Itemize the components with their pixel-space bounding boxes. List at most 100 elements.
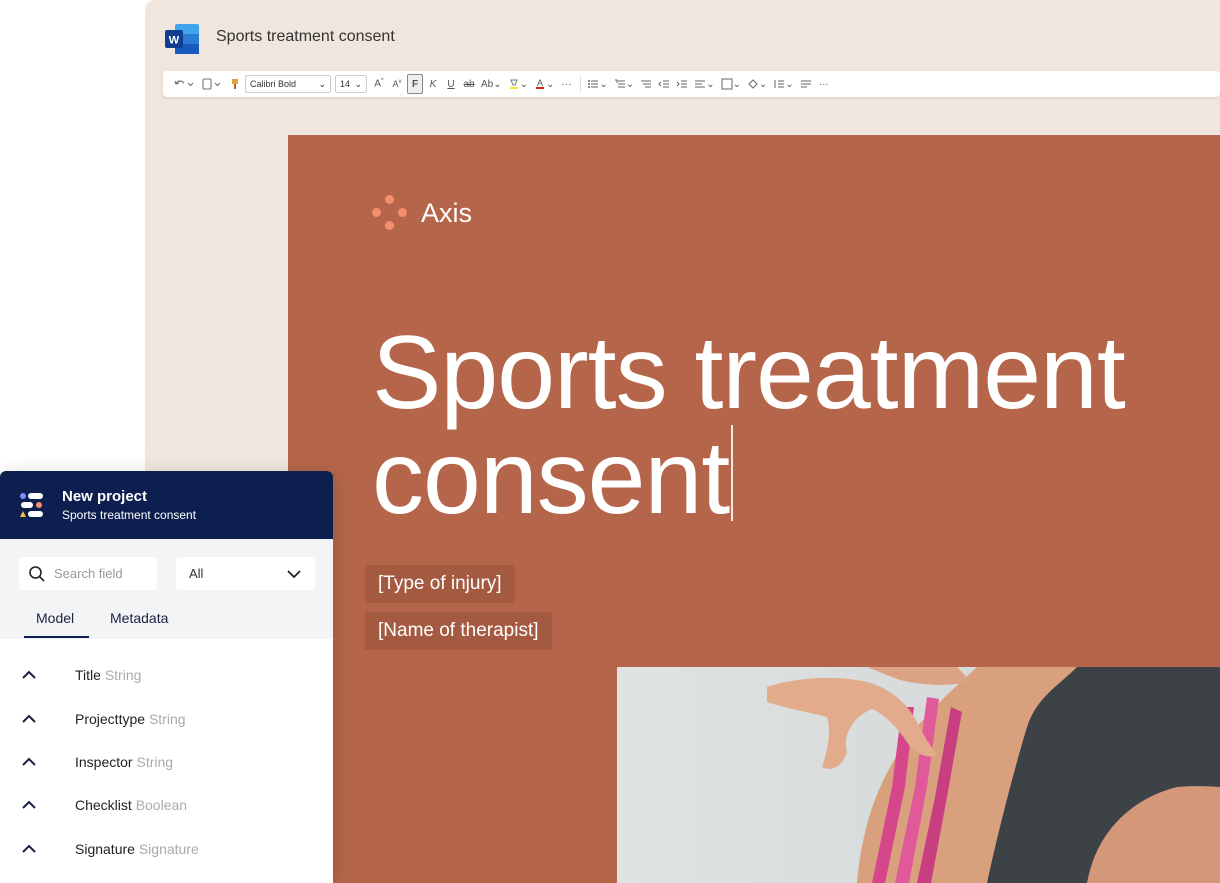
change-case-label: Ab xyxy=(481,78,494,90)
chevron-up-icon[interactable] xyxy=(21,669,37,681)
grow-font-icon: A^ xyxy=(374,78,384,90)
chevron-down-icon: ⌄ xyxy=(318,78,326,89)
decrease-indent-button[interactable] xyxy=(656,74,672,94)
heading-line-2: consent xyxy=(372,420,730,536)
italic-button[interactable]: K xyxy=(425,74,441,94)
italic-label: K xyxy=(429,78,437,90)
active-tab-indicator xyxy=(24,636,89,638)
filter-value: All xyxy=(189,566,204,581)
field-type: String xyxy=(136,754,174,770)
project-info: New project Sports treatment consent xyxy=(62,488,196,522)
highlight-button[interactable]: ⌄ xyxy=(506,74,530,94)
text-cursor xyxy=(731,425,734,521)
paint-bucket-icon xyxy=(748,79,758,89)
template-fields-panel: New project Sports treatment consent Sea… xyxy=(0,471,333,883)
chevron-up-icon[interactable] xyxy=(21,799,37,811)
field-type: Boolean xyxy=(135,797,188,813)
field-type: Signature xyxy=(138,841,199,857)
undo-icon xyxy=(174,80,194,87)
styles-button[interactable] xyxy=(798,74,814,94)
axis-logo-icon xyxy=(372,195,408,231)
placeholder-therapist-name[interactable]: [Name of therapist] xyxy=(365,612,552,650)
field-row-projecttype[interactable]: Projecttype String xyxy=(0,699,333,739)
more-label: ··· xyxy=(561,78,572,90)
strikethrough-label: ab xyxy=(463,78,475,90)
font-size-value: 14 xyxy=(340,79,351,89)
search-field-input[interactable]: Search field xyxy=(19,557,157,590)
clipboard-icon xyxy=(202,78,221,90)
tab-metadata[interactable]: Metadata xyxy=(110,610,168,626)
field-type: String xyxy=(104,667,142,683)
chevron-up-icon[interactable] xyxy=(21,843,37,855)
line-spacing-icon xyxy=(774,80,785,88)
font-color-icon: A xyxy=(536,78,545,89)
therapy-photo xyxy=(617,667,1220,883)
bold-button[interactable]: F xyxy=(407,74,423,94)
type-filter-select[interactable]: All xyxy=(176,557,315,590)
placeholder-type-of-injury[interactable]: [Type of injury] xyxy=(365,565,515,603)
brand-logo: Axis xyxy=(372,195,472,231)
field-name: Projecttype xyxy=(75,711,146,727)
format-painter-button[interactable] xyxy=(227,74,243,94)
numbering-button[interactable]: ⌄ xyxy=(612,74,636,94)
font-size-select[interactable]: 14 ⌄ xyxy=(335,75,367,93)
search-placeholder: Search field xyxy=(54,566,123,581)
field-row-checklist[interactable]: Checklist Boolean xyxy=(0,785,333,825)
panel-header: New project Sports treatment consent xyxy=(0,471,333,539)
more-label: ··· xyxy=(818,78,829,90)
document-title: Sports treatment consent xyxy=(216,28,395,45)
chevron-down-icon: ⌄ xyxy=(354,78,362,89)
bullet-list-icon xyxy=(588,80,599,88)
indent-icon xyxy=(676,80,688,88)
align-left-icon xyxy=(695,80,706,88)
chevron-up-icon[interactable] xyxy=(21,713,37,725)
shrink-font-button[interactable]: Av xyxy=(389,74,405,94)
project-subtitle: Sports treatment consent xyxy=(62,508,197,522)
field-row-signature[interactable]: Signature Signature xyxy=(0,829,333,869)
borders-icon xyxy=(721,78,733,90)
brand-name: Axis xyxy=(421,197,473,228)
chevron-up-icon[interactable] xyxy=(21,756,37,768)
svg-text:W: W xyxy=(169,35,180,47)
field-name: Title xyxy=(75,667,101,683)
shrink-font-icon: Av xyxy=(392,79,402,89)
svg-text:A: A xyxy=(537,78,543,88)
styles-icon xyxy=(800,80,811,88)
font-color-button[interactable]: A ⌄ xyxy=(532,74,556,94)
chevron-down-icon xyxy=(287,569,301,578)
outdent-icon xyxy=(658,80,670,88)
borders-button[interactable]: ⌄ xyxy=(719,74,743,94)
paste-button[interactable] xyxy=(199,74,225,94)
line-spacing-button[interactable]: ⌄ xyxy=(771,74,795,94)
bullets-button[interactable]: ⌄ xyxy=(585,74,609,94)
multilevel-list-button[interactable] xyxy=(638,74,654,94)
shading-button[interactable]: ⌄ xyxy=(745,74,769,94)
heading-line-1: Sports treatment xyxy=(372,315,1126,431)
tab-model[interactable]: Model xyxy=(36,610,74,626)
project-icon xyxy=(20,493,43,517)
underline-button[interactable]: U xyxy=(443,74,459,94)
field-row-inspector[interactable]: Inspector String xyxy=(0,742,333,782)
kinesio-tape-image xyxy=(617,667,1220,883)
field-name: Checklist xyxy=(75,797,132,813)
more-paragraph-options-button[interactable]: ··· xyxy=(816,74,832,94)
more-font-options-button[interactable]: ··· xyxy=(558,74,574,94)
undo-button[interactable] xyxy=(171,74,197,94)
field-name: Signature xyxy=(75,841,135,857)
bold-label: F xyxy=(411,78,419,90)
font-name-select[interactable]: Calibri Bold ⌄ xyxy=(245,75,331,93)
increase-indent-button[interactable] xyxy=(674,74,690,94)
align-button[interactable]: ⌄ xyxy=(692,74,716,94)
grow-font-button[interactable]: A^ xyxy=(371,74,387,94)
underline-label: U xyxy=(447,78,455,90)
document-heading[interactable]: Sports treatment consent xyxy=(372,315,1126,530)
numbered-list-icon xyxy=(614,79,625,88)
field-row-title[interactable]: Title String xyxy=(0,655,333,695)
highlighter-icon xyxy=(509,79,518,89)
strikethrough-button[interactable]: ab xyxy=(461,74,477,94)
document-page[interactable]: Axis Sports treatment consent [Type of i… xyxy=(288,135,1220,883)
search-icon xyxy=(29,565,45,582)
change-case-button[interactable]: Ab ⌄ xyxy=(479,74,504,94)
field-name: Inspector xyxy=(75,754,133,770)
title-bar: W Sports treatment consent xyxy=(145,0,1220,70)
